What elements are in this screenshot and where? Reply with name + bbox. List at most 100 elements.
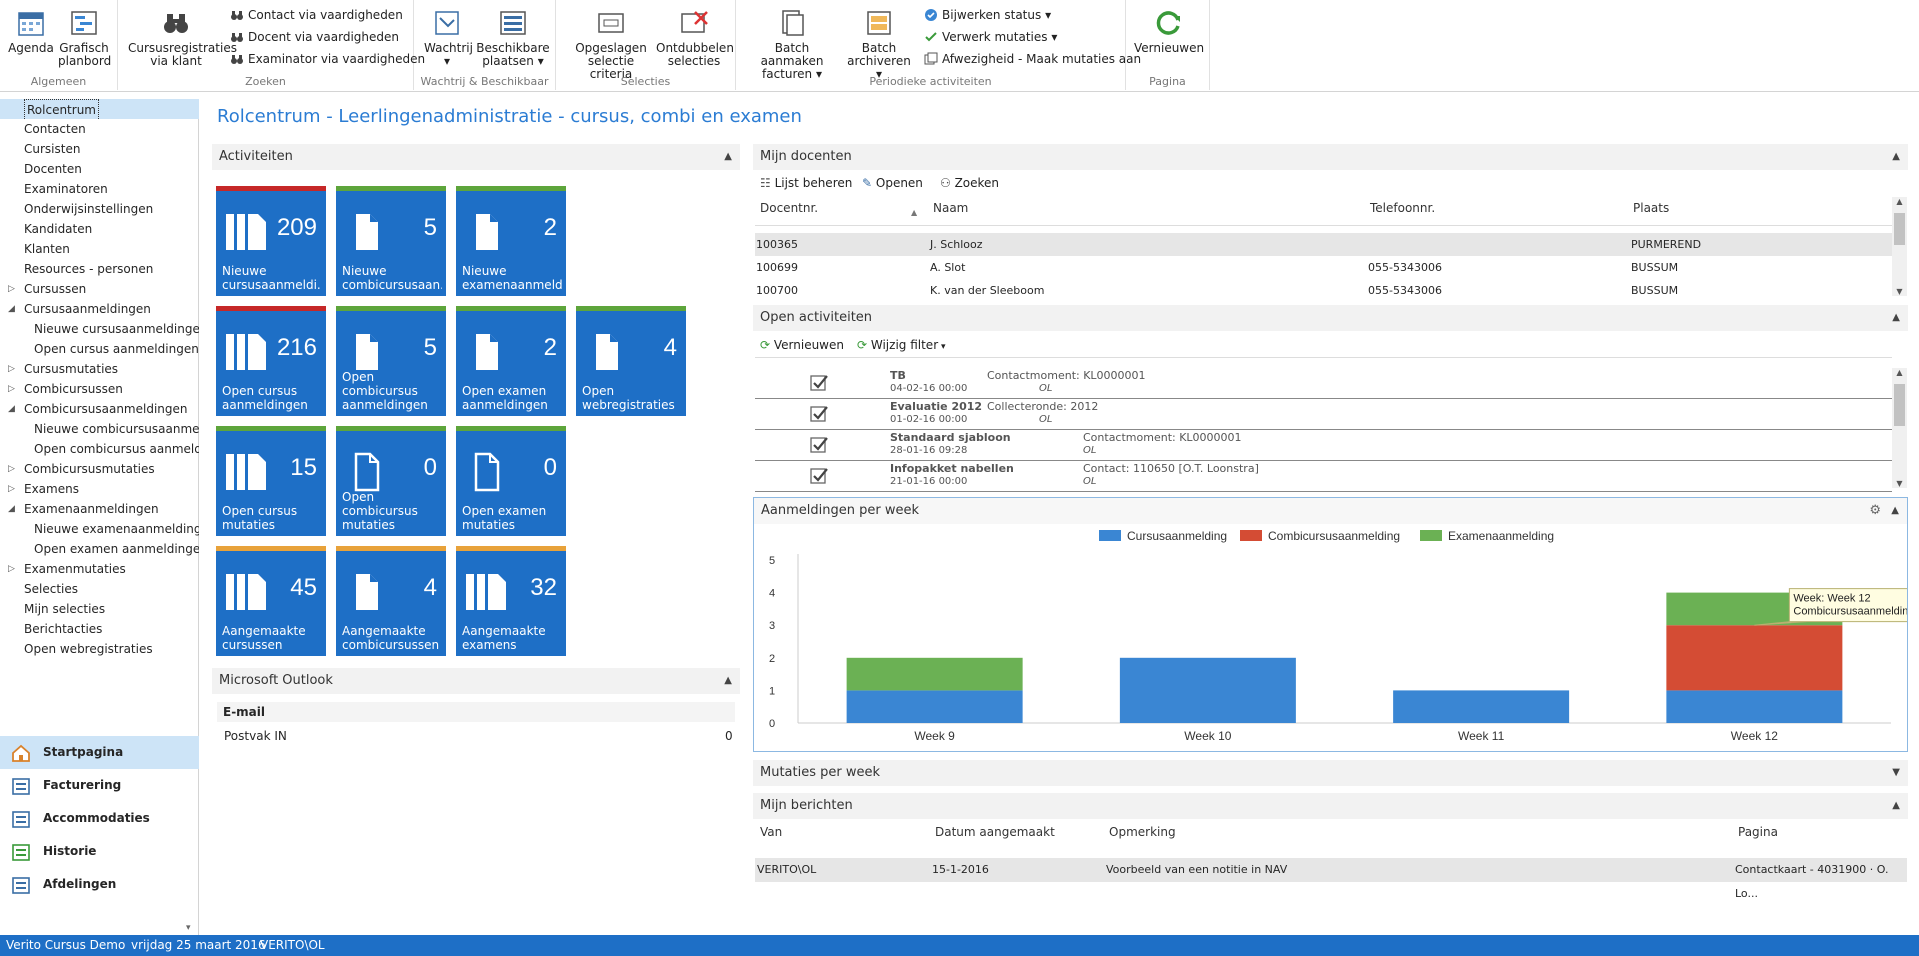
nav-item[interactable]: Mijn selecties [0, 599, 199, 619]
lijst-beheren-button[interactable]: ☷ Lijst beheren [760, 176, 852, 190]
checkbox-checked-icon[interactable] [810, 467, 828, 485]
expand-arrow-icon[interactable]: ▷ [8, 459, 15, 479]
nav-item[interactable]: Docenten [0, 159, 199, 179]
col-naam[interactable]: Naam [933, 201, 968, 215]
ontdubbelen-selecties-button[interactable]: Ontdubbelen selecties [656, 8, 734, 68]
expand-chevron-icon[interactable]: ▼ [1892, 760, 1900, 786]
nav-item[interactable]: ▷ Examenmutaties [0, 559, 199, 579]
docent-vaardigheden-button[interactable]: Docent via vaardigheden [230, 30, 399, 44]
bottom-nav-item[interactable]: Startpagina [0, 736, 199, 769]
nav-item[interactable]: Cursisten [0, 139, 199, 159]
scroll-up-icon[interactable]: ▲ [1892, 197, 1907, 206]
col-plaats[interactable]: Plaats [1633, 201, 1669, 215]
expand-arrow-icon[interactable]: ▷ [8, 379, 15, 399]
nav-item[interactable]: Examinatoren [0, 179, 199, 199]
activity-tile[interactable]: 15 Open cursus mutaties [216, 426, 326, 536]
nav-item[interactable]: Open cursus aanmeldingen [0, 339, 199, 359]
nav-item[interactable]: ▷ Cursusmutaties [0, 359, 199, 379]
nav-options-chevron-icon[interactable]: ▾ [186, 923, 191, 933]
col-datum[interactable]: Datum aangemaakt [935, 825, 1055, 839]
scroll-down-icon[interactable]: ▼ [1892, 287, 1907, 296]
expand-arrow-icon[interactable]: ▷ [8, 279, 15, 299]
collapse-chevron-icon[interactable]: ▲ [1891, 498, 1899, 524]
beschikbare-plaatsen-button[interactable]: Beschikbare plaatsen ▾ [476, 8, 550, 68]
activity-tile[interactable]: 0 Open combicursus mutaties [336, 426, 446, 536]
collapse-chevron-icon[interactable]: ▲ [724, 668, 732, 694]
bottom-nav-item[interactable]: Facturering [0, 769, 199, 802]
nav-item[interactable]: ▷ Examens [0, 479, 199, 499]
nav-item[interactable]: Rolcentrum [0, 99, 199, 119]
activity-tile[interactable]: 0 Open examen mutaties [456, 426, 566, 536]
col-pagina[interactable]: Pagina [1738, 825, 1778, 839]
expand-arrow-icon[interactable]: ▷ [8, 559, 15, 579]
nav-item[interactable]: Selecties [0, 579, 199, 599]
activity-tile[interactable]: 45 Aangemaakte cursussen [216, 546, 326, 656]
checkbox-checked-icon[interactable] [810, 374, 828, 392]
mutaties-header[interactable]: Mutaties per week ▼ [753, 760, 1908, 786]
vernieuwen-button[interactable]: ⟳ Vernieuwen [760, 338, 844, 352]
collapse-chevron-icon[interactable]: ▲ [1892, 144, 1900, 170]
docenten-header[interactable]: Mijn docenten ▲ [753, 144, 1908, 170]
col-van[interactable]: Van [760, 825, 782, 839]
nav-item[interactable]: Open examen aanmeldingen [0, 539, 199, 559]
activity-row[interactable]: Standaard sjabloon 28-01-16 09:28 Contactm… [755, 430, 1892, 461]
activity-row[interactable]: Infopakket nabellen 21-01-16 00:00 Contact… [755, 461, 1892, 492]
col-telefoon[interactable]: Telefoonnr. [1370, 201, 1435, 215]
nav-item[interactable]: Nieuwe combicursusaanmel... [0, 419, 199, 439]
expand-arrow-icon[interactable]: ▷ [8, 359, 15, 379]
scroll-thumb[interactable] [1894, 384, 1905, 426]
bar-segment[interactable] [846, 690, 1023, 723]
activity-row[interactable]: TB 04-02-16 00:00 Contactmoment: KL0000001… [755, 368, 1892, 399]
collapse-chevron-icon[interactable]: ▲ [724, 144, 732, 170]
checkbox-checked-icon[interactable] [810, 405, 828, 423]
wachtrij-button[interactable]: Wachtrij ▾ [424, 8, 473, 68]
collapse-chevron-icon[interactable]: ▲ [1892, 793, 1900, 819]
collapse-chevron-icon[interactable]: ▲ [1892, 305, 1900, 331]
activity-tile[interactable]: 2 Open examen aanmeldingen [456, 306, 566, 416]
chart-header[interactable]: Aanmeldingen per week ⚙ ▲ [754, 498, 1907, 524]
open-act-scrollbar[interactable]: ▲ ▼ [1892, 368, 1907, 488]
scroll-down-icon[interactable]: ▼ [1892, 479, 1907, 488]
outlook-header[interactable]: Microsoft Outlook ▲ [212, 668, 740, 694]
berichten-header[interactable]: Mijn berichten ▲ [753, 793, 1908, 819]
table-row[interactable]: 100699 A. Slot 055-5343006 BUSSUM [755, 256, 1892, 279]
activity-tile[interactable]: 5 Nieuwe combicursusaan... [336, 186, 446, 296]
bar-segment[interactable] [1666, 690, 1843, 723]
activity-tile[interactable]: 216 Open cursus aanmeldingen [216, 306, 326, 416]
nav-item[interactable]: ◢ Examenaanmeldingen [0, 499, 199, 519]
activity-tile[interactable]: 209 Nieuwe cursusaanmeldi... [216, 186, 326, 296]
nav-item[interactable]: Berichtacties [0, 619, 199, 639]
col-docentnr[interactable]: Docentnr. [760, 201, 818, 215]
cursusregistraties-button[interactable]: Cursusregistraties via klant [128, 8, 237, 68]
wijzig-filter-button[interactable]: ⟳ Wijzig filter ▾ [857, 338, 946, 352]
bottom-nav-item[interactable]: Historie [0, 835, 199, 868]
nav-item[interactable]: ◢ Cursusaanmeldingen [0, 299, 199, 319]
checkbox-checked-icon[interactable] [810, 436, 828, 454]
contact-vaardigheden-button[interactable]: Contact via vaardigheden [230, 8, 403, 22]
afwezigheid-button[interactable]: Afwezigheid - Maak mutaties aan [924, 52, 1141, 66]
col-opmerking[interactable]: Opmerking [1109, 825, 1176, 839]
bar-segment[interactable] [1393, 690, 1570, 723]
nav-item[interactable]: Open combicursus aanmeldi... [0, 439, 199, 459]
table-row[interactable]: 100700 K. van der Sleeboom 055-5343006 BUSS… [755, 279, 1892, 302]
nav-item[interactable]: Onderwijsinstellingen [0, 199, 199, 219]
bar-segment[interactable] [846, 657, 1023, 691]
nav-item[interactable]: ▷ Cursussen [0, 279, 199, 299]
scroll-up-icon[interactable]: ▲ [1892, 368, 1907, 377]
nav-item[interactable]: ◢ Combicursusaanmeldingen [0, 399, 199, 419]
bottom-nav-item[interactable]: Afdelingen [0, 868, 199, 901]
activity-tile[interactable]: 2 Nieuwe examenaanmeld... [456, 186, 566, 296]
open-act-header[interactable]: Open activiteiten ▲ [753, 305, 1908, 331]
nav-item[interactable]: Nieuwe cursusaanmeldingen [0, 319, 199, 339]
batch-facturen-button[interactable]: Batch aanmaken facturen ▾ [746, 8, 838, 81]
expand-arrow-icon[interactable]: ▷ [8, 479, 15, 499]
docenten-scrollbar[interactable]: ▲ ▼ [1892, 197, 1907, 296]
nav-item[interactable]: Open webregistraties [0, 639, 199, 659]
collapse-arrow-icon[interactable]: ◢ [8, 399, 15, 419]
bar-segment[interactable] [1666, 625, 1843, 691]
verwerk-mutaties-button[interactable]: Verwerk mutaties ▾ [924, 30, 1057, 44]
nav-item[interactable]: Klanten [0, 239, 199, 259]
bijwerken-status-button[interactable]: Bijwerken status ▾ [924, 8, 1051, 22]
batch-archiveren-button[interactable]: Batch archiveren ▾ [846, 8, 912, 81]
nav-item[interactable]: ▷ Combicursusmutaties [0, 459, 199, 479]
